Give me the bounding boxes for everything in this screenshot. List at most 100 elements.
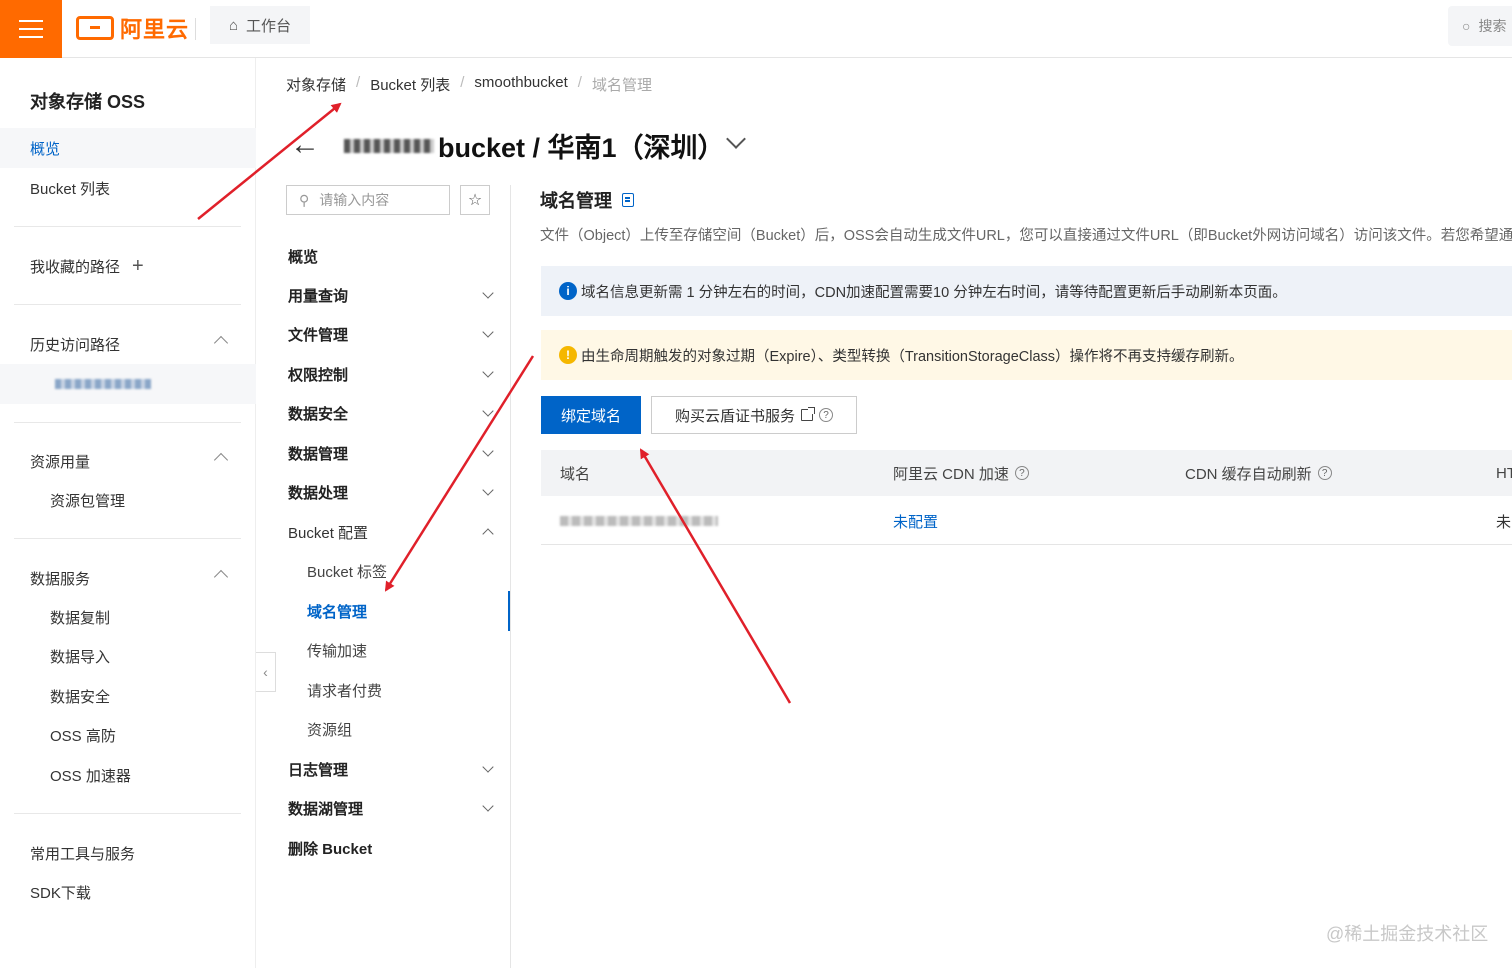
back-arrow-icon[interactable]: ← (290, 128, 320, 162)
divider (14, 538, 241, 539)
active-indicator (508, 591, 510, 631)
chevron-up-icon (213, 335, 229, 351)
menu-item-domain-management[interactable]: 域名管理 (307, 593, 497, 629)
content-title: 域名管理 (540, 187, 634, 213)
sidebar-group-data-service[interactable]: 数据服务 (0, 558, 256, 598)
sidebar-item-history-entry[interactable] (0, 364, 256, 404)
plus-icon[interactable]: + (132, 255, 144, 278)
chevron-down-icon (482, 326, 494, 338)
cdn-status-link[interactable]: 未配置 (893, 511, 938, 532)
global-search[interactable]: ○ 搜索 (1448, 6, 1512, 46)
info-icon: i (559, 282, 577, 300)
sidebar-item-label: 资源包管理 (50, 492, 126, 510)
sidebar-item-label: 我收藏的路径 (30, 258, 121, 276)
chevron-down-icon[interactable] (726, 129, 746, 149)
menu-item-label: 资源组 (307, 721, 353, 739)
divider (14, 304, 241, 305)
sidebar-item-tools[interactable]: 常用工具与服务 (0, 833, 256, 873)
chevron-down-icon (482, 800, 494, 812)
buy-certificate-button[interactable]: 购买云盾证书服务 ? (651, 396, 857, 434)
help-icon[interactable]: ? (1014, 466, 1029, 480)
sidebar-item-favorites[interactable]: 我收藏的路径 + (0, 246, 256, 286)
bind-domain-button[interactable]: 绑定域名 (541, 396, 641, 434)
redacted-text (560, 516, 718, 526)
divider (14, 226, 241, 227)
sidebar-item-data-replication[interactable]: 数据复制 (0, 597, 256, 637)
breadcrumb: 对象存储 / Bucket 列表 / smoothbucket / 域名管理 (286, 74, 652, 95)
menu-item-label: 文件管理 (288, 326, 349, 344)
menu-item-overview[interactable]: 概览 (288, 238, 498, 274)
sidebar-item-label: 数据安全 (50, 688, 111, 706)
collapse-sidebar-button[interactable]: ‹ (256, 652, 276, 692)
sidebar-item-data-import[interactable]: 数据导入 (0, 636, 256, 676)
menu-item-bucket-tags[interactable]: Bucket 标签 (307, 553, 497, 589)
breadcrumb-item[interactable]: 对象存储 (286, 74, 346, 95)
menu-item-datalake[interactable]: 数据湖管理 (288, 790, 498, 826)
search-icon: ⚲ (299, 191, 310, 208)
sidebar-item-data-security[interactable]: 数据安全 (0, 676, 256, 716)
breadcrumb-item[interactable]: Bucket 列表 (370, 74, 450, 95)
menu-item-label: 数据管理 (288, 445, 349, 463)
menu-search-input[interactable]: ⚲ 请输入内容 (286, 185, 450, 215)
watermark: @稀土掘金技术社区 (1326, 924, 1489, 944)
buy-certificate-label: 购买云盾证书服务 (674, 407, 795, 425)
chevron-up-icon (213, 569, 229, 585)
breadcrumb-current: 域名管理 (591, 77, 652, 94)
sidebar-item-overview[interactable]: 概览 (0, 128, 256, 168)
menu-item-label: Bucket 配置 (288, 524, 369, 542)
menu-item-data-management[interactable]: 数据管理 (288, 435, 498, 471)
sidebar-item-oss-accelerator[interactable]: OSS 加速器 (0, 755, 256, 795)
workbench-button[interactable]: ⌂ 工作台 (210, 6, 310, 44)
menu-item-transfer-acceleration[interactable]: 传输加速 (307, 632, 497, 668)
sidebar-group-history[interactable]: 历史访问路径 (0, 324, 256, 364)
sidebar-item-oss-ddos[interactable]: OSS 高防 (0, 715, 256, 755)
sidebar-item-bucket-list[interactable]: Bucket 列表 (0, 168, 256, 208)
redacted-text (344, 138, 434, 153)
chevron-up-icon (482, 528, 494, 540)
column-header-label: 域名 (560, 465, 591, 483)
help-icon[interactable]: ? (1317, 466, 1332, 480)
table-row: 未配置 未 (541, 497, 1512, 545)
sidebar-item-resource-pkg[interactable]: 资源包管理 (0, 480, 256, 520)
breadcrumb-separator: / (460, 74, 465, 91)
help-icon[interactable]: ? (819, 408, 833, 422)
breadcrumb-item[interactable]: smoothbucket (474, 74, 567, 95)
bucket-region-title: bucket / 华南1（深圳） (438, 133, 725, 163)
sidebar-group-resource-usage[interactable]: 资源用量 (0, 441, 256, 481)
sidebar-item-label: Bucket 列表 (30, 180, 111, 198)
menu-item-label: 数据安全 (288, 405, 349, 423)
menu-item-data-security[interactable]: 数据安全 (288, 395, 498, 431)
logo-text: 阿里云 (120, 17, 190, 42)
workbench-label: 工作台 (246, 17, 292, 35)
breadcrumb-separator: / (356, 74, 361, 91)
sidebar-item-label: OSS 高防 (50, 727, 116, 745)
sidebar-item-label: 数据复制 (50, 609, 111, 627)
menu-item-requester-pays[interactable]: 请求者付费 (307, 672, 497, 708)
top-bar: 阿里云 ⌂ 工作台 ○ 搜索 (0, 0, 1512, 58)
column-header-label: CDN 缓存自动刷新 (1185, 465, 1312, 483)
warning-alert: ! 由生命周期触发的对象过期（Expire）、类型转换（TransitionSt… (541, 330, 1512, 380)
cell-domain (560, 497, 718, 545)
sidebar-item-label: OSS 加速器 (50, 767, 131, 785)
divider (14, 813, 241, 814)
star-icon[interactable]: ☆ (460, 185, 490, 215)
menu-item-resource-group[interactable]: 资源组 (307, 711, 497, 747)
menu-item-usage[interactable]: 用量查询 (288, 277, 498, 313)
menu-item-files[interactable]: 文件管理 (288, 316, 498, 352)
aliyun-logo[interactable]: 阿里云 (76, 12, 189, 44)
menu-icon[interactable] (0, 0, 62, 58)
menu-item-logs[interactable]: 日志管理 (288, 751, 498, 787)
menu-item-permissions[interactable]: 权限控制 (288, 356, 498, 392)
column-header-domain: 域名 (560, 450, 590, 496)
menu-item-label: 权限控制 (288, 366, 349, 384)
info-alert: i 域名信息更新需 1 分钟左右的时间，CDN加速配置需要10 分钟左右时间，请… (541, 266, 1512, 316)
document-icon[interactable] (622, 193, 634, 207)
table-header: 域名 阿里云 CDN 加速? CDN 缓存自动刷新? HT (541, 450, 1512, 496)
sidebar-item-sdk[interactable]: SDK下载 (0, 872, 256, 912)
cell-cdn-status[interactable]: 未配置 (893, 497, 938, 545)
menu-item-delete-bucket[interactable]: 删除 Bucket (288, 830, 498, 866)
page-title: bucket / 华南1（深圳） (344, 126, 725, 165)
menu-item-bucket-config[interactable]: Bucket 配置 (288, 514, 498, 550)
menu-item-label: 域名管理 (307, 603, 368, 621)
menu-item-data-processing[interactable]: 数据处理 (288, 474, 498, 510)
